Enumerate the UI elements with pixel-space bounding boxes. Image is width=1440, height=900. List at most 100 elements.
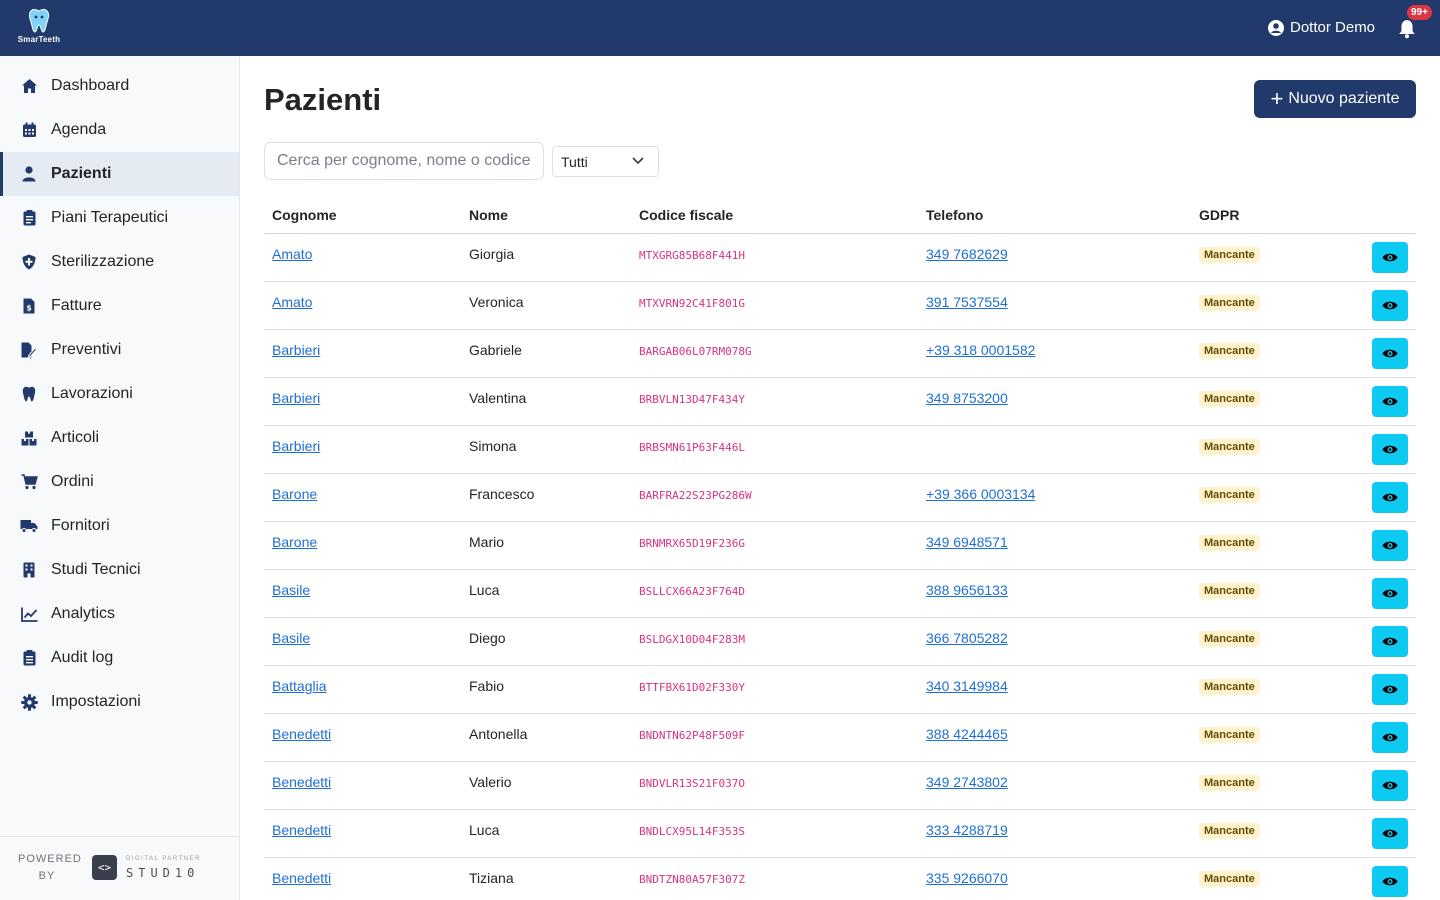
patient-phone-link[interactable]: 391 7537554 (926, 294, 1008, 310)
patient-fiscal-code: BTTFBX61D02F330Y (639, 681, 745, 694)
patient-surname-link[interactable]: Barone (272, 486, 317, 502)
view-patient-button[interactable] (1372, 866, 1408, 897)
patient-surname-link[interactable]: Benedetti (272, 774, 331, 790)
eye-icon (1382, 253, 1398, 262)
sidebar-item-agenda[interactable]: Agenda (0, 108, 239, 152)
patient-fiscal-code: BRBSMN61P63F446L (639, 441, 745, 454)
sidebar-item-fatture[interactable]: $ Fatture (0, 284, 239, 328)
column-header-cognome[interactable]: Cognome (272, 207, 337, 223)
chevron-down-icon (632, 157, 644, 165)
sidebar-item-dashboard[interactable]: Dashboard (0, 64, 239, 108)
sidebar-item-preventivi[interactable]: Preventivi (0, 328, 239, 372)
patient-surname-link[interactable]: Barbieri (272, 438, 320, 454)
view-patient-button[interactable] (1372, 290, 1408, 321)
sidebar-item-ordini[interactable]: Ordini (0, 460, 239, 504)
patient-fiscal-code: BSLLCX66A23F764D (639, 585, 745, 598)
clipboard-list-icon (20, 649, 38, 667)
view-patient-button[interactable] (1372, 626, 1408, 657)
patient-name: Valerio (469, 774, 512, 790)
new-patient-button[interactable]: + Nuovo paziente (1254, 80, 1416, 118)
view-patient-button[interactable] (1372, 770, 1408, 801)
powered-by-label: POWERED BY (18, 853, 82, 882)
patient-surname-link[interactable]: Barone (272, 534, 317, 550)
user-circle-icon (1268, 19, 1284, 36)
sidebar-item-articoli[interactable]: Articoli (0, 416, 239, 460)
patient-surname-link[interactable]: Amato (272, 246, 312, 262)
column-header-telefono[interactable]: Telefono (926, 207, 983, 223)
eye-icon (1382, 637, 1398, 646)
view-patient-button[interactable] (1372, 242, 1408, 273)
gdpr-status-badge: Mancante (1199, 823, 1260, 839)
patient-surname-link[interactable]: Battaglia (272, 678, 326, 694)
view-patient-button[interactable] (1372, 818, 1408, 849)
view-patient-button[interactable] (1372, 338, 1408, 369)
patient-name: Diego (469, 630, 506, 646)
column-header-gdpr[interactable]: GDPR (1199, 207, 1239, 223)
sidebar-item-studi-tecnici[interactable]: Studi Tecnici (0, 548, 239, 592)
column-header-codice-fiscale[interactable]: Codice fiscale (639, 207, 733, 223)
table-row: Benedetti Tiziana BNDTZN80A57F307Z 335 9266… (264, 858, 1416, 900)
view-patient-button[interactable] (1372, 722, 1408, 753)
sidebar-item-analytics[interactable]: Analytics (0, 592, 239, 636)
sidebar-item-audit-log[interactable]: Audit log (0, 636, 239, 680)
sidebar-item-pazienti[interactable]: Pazienti (0, 152, 239, 196)
patient-surname-link[interactable]: Benedetti (272, 870, 331, 886)
patient-phone-link[interactable]: 333 4288719 (926, 822, 1008, 838)
search-input[interactable] (264, 142, 544, 180)
gear-icon (20, 693, 38, 711)
patient-surname-link[interactable]: Basile (272, 582, 310, 598)
gdpr-status-badge: Mancante (1199, 391, 1260, 407)
user-icon (20, 165, 38, 183)
gdpr-status-badge: Mancante (1199, 631, 1260, 647)
sidebar-item-fornitori[interactable]: Fornitori (0, 504, 239, 548)
patient-phone-link[interactable]: +39 366 0003134 (926, 486, 1035, 502)
view-patient-button[interactable] (1372, 530, 1408, 561)
patient-phone-link[interactable]: 335 9266070 (926, 870, 1008, 886)
patient-name: Mario (469, 534, 505, 550)
table-row: Amato Veronica MTXVRN92C41F801G 391 7537554… (264, 282, 1416, 330)
patient-phone-link[interactable]: 388 4244465 (926, 726, 1008, 742)
patient-fiscal-code: BNDTZN80A57F307Z (639, 873, 745, 886)
column-header-nome[interactable]: Nome (469, 207, 508, 223)
patient-phone-link[interactable]: 349 2743802 (926, 774, 1008, 790)
page-title: Pazienti (264, 82, 382, 117)
tooth-icon (20, 385, 38, 403)
table-row: Barbieri Simona BRBSMN61P63F446L Mancante (264, 426, 1416, 474)
patient-name: Gabriele (469, 342, 522, 358)
patient-name: Francesco (469, 486, 535, 502)
sidebar-item-lavorazioni[interactable]: Lavorazioni (0, 372, 239, 416)
view-patient-button[interactable] (1372, 434, 1408, 465)
table-row: Benedetti Luca BNDLCX95L14F353S 333 4288719… (264, 810, 1416, 858)
patient-surname-link[interactable]: Basile (272, 630, 310, 646)
patient-phone-link[interactable]: 349 8753200 (926, 390, 1008, 406)
patient-surname-link[interactable]: Amato (272, 294, 312, 310)
svg-text:$: $ (26, 304, 32, 313)
table-row: Battaglia Fabio BTTFBX61D02F330Y 340 314998… (264, 666, 1416, 714)
patient-surname-link[interactable]: Benedetti (272, 726, 331, 742)
view-patient-button[interactable] (1372, 482, 1408, 513)
user-menu[interactable]: Dottor Demo (1268, 19, 1375, 36)
app-name: SmarTeeth (17, 35, 61, 44)
sidebar-item-sterilizzazione[interactable]: Sterilizzazione (0, 240, 239, 284)
patient-surname-link[interactable]: Barbieri (272, 390, 320, 406)
gdpr-status-badge: Mancante (1199, 727, 1260, 743)
patient-surname-link[interactable]: Benedetti (272, 822, 331, 838)
bell-icon[interactable] (1398, 19, 1416, 39)
view-patient-button[interactable] (1372, 674, 1408, 705)
patient-phone-link[interactable]: 388 9656133 (926, 582, 1008, 598)
user-name: Dottor Demo (1290, 19, 1376, 36)
sidebar-item-piani-terapeutici[interactable]: Piani Terapeutici (0, 196, 239, 240)
patient-phone-link[interactable]: 349 6948571 (926, 534, 1008, 550)
shield-icon (20, 253, 38, 271)
patient-phone-link[interactable]: 366 7805282 (926, 630, 1008, 646)
patient-phone-link[interactable]: 340 3149984 (926, 678, 1008, 694)
invoice-icon: $ (20, 297, 38, 315)
app-logo[interactable]: SmarTeeth (14, 8, 64, 48)
patient-phone-link[interactable]: 349 7682629 (926, 246, 1008, 262)
gdpr-filter-select[interactable]: Tutti (552, 146, 659, 177)
patient-surname-link[interactable]: Barbieri (272, 342, 320, 358)
view-patient-button[interactable] (1372, 386, 1408, 417)
view-patient-button[interactable] (1372, 578, 1408, 609)
sidebar-item-impostazioni[interactable]: Impostazioni (0, 680, 239, 724)
patient-phone-link[interactable]: +39 318 0001582 (926, 342, 1035, 358)
